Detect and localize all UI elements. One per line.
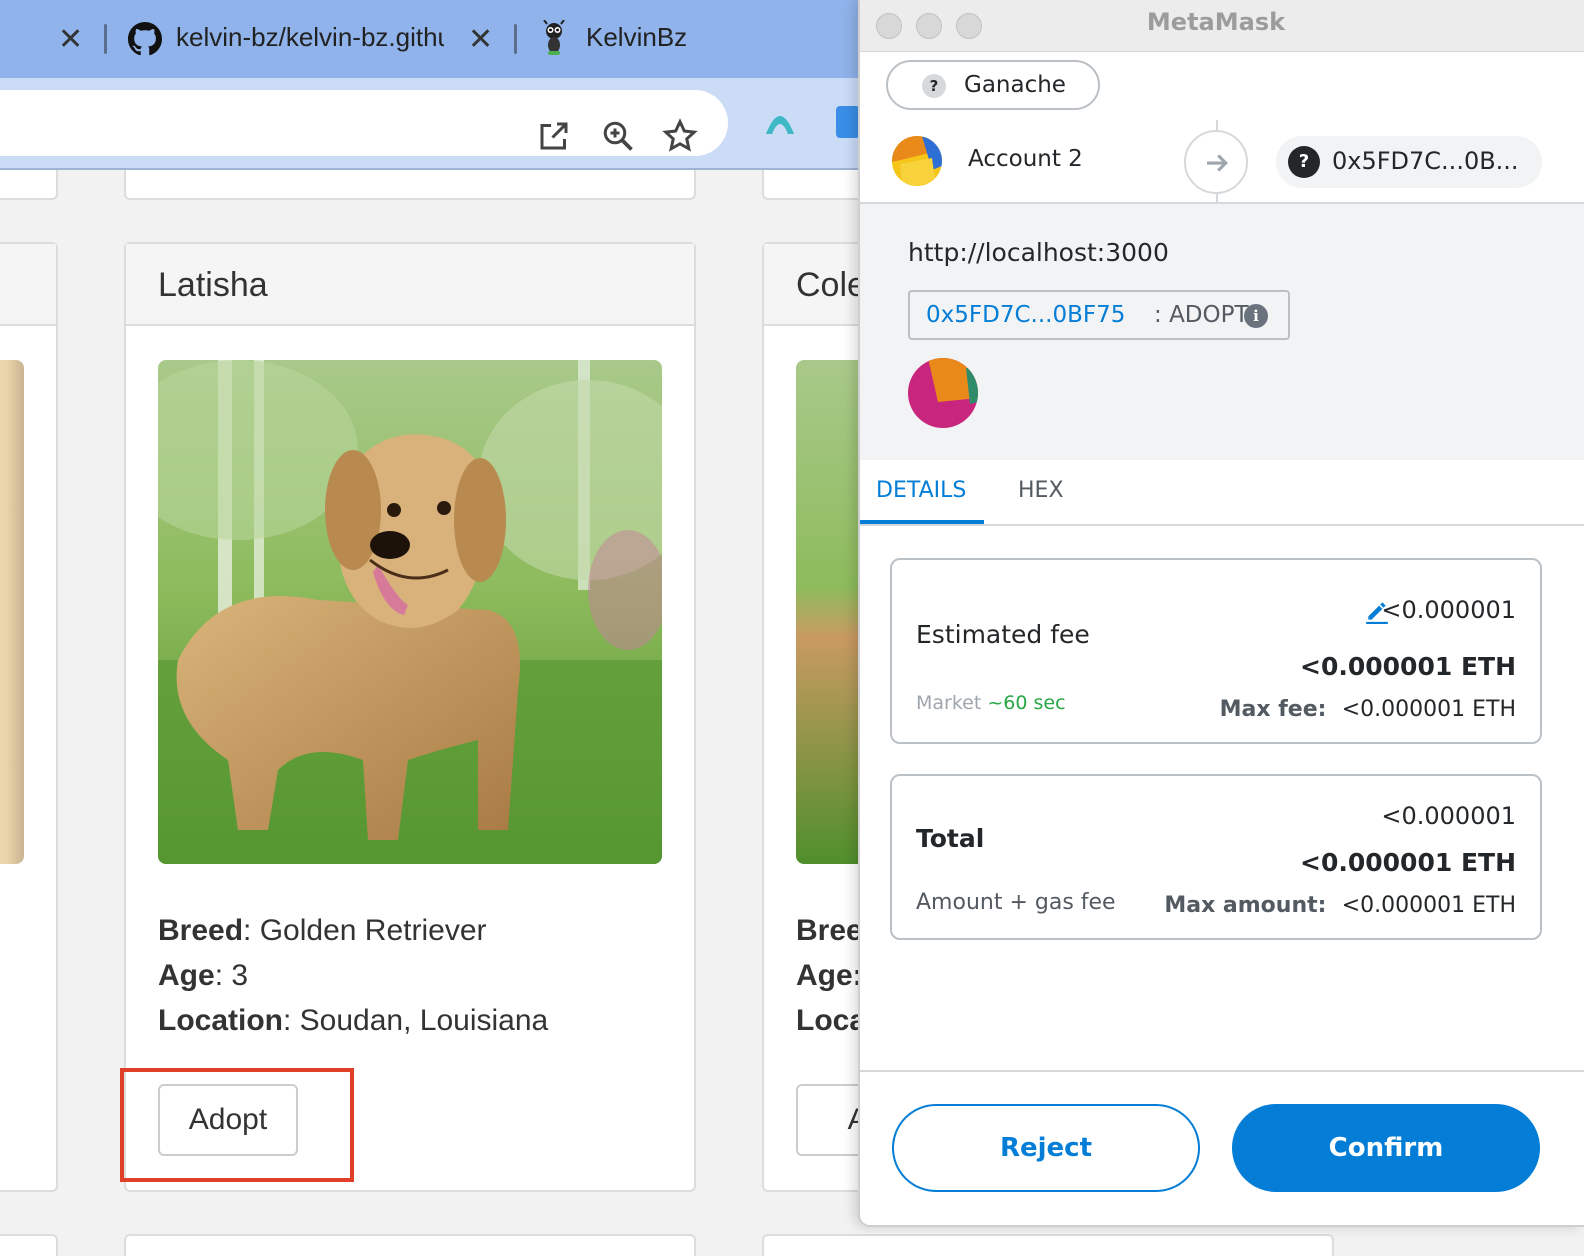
tab-title-github[interactable]: kelvin-bz/kelvin-bz.githu [176,22,444,53]
recipient-address-pill[interactable]: ? 0x5FD7C...0B... [1276,136,1542,188]
contract-avatar [908,358,978,428]
pet-photo [0,360,24,864]
total-value: <0.000001 [1381,802,1516,830]
tab-close-icon[interactable]: ✕ [468,25,493,55]
total-sub-label: Amount + gas fee [916,890,1116,915]
metamask-popup: MetaMask ? Ganache Account 2 ? 0x5FD7C..… [858,0,1584,1227]
contract-method-pill: 0x5FD7C...0BF75 : ADOPT i [908,290,1290,340]
max-fee: Max fee: <0.000001 ETH [1219,697,1516,722]
fee-speed[interactable]: Market ~60 sec [916,692,1066,714]
zoom-icon[interactable] [600,118,636,154]
tab-separator [104,24,107,54]
estimated-fee-box: Estimated fee <0.000001 <0.000001 ETH Ma… [890,558,1542,744]
transaction-origin-section: http://localhost:3000 0x5FD7C...0BF75 : … [860,204,1584,460]
pet-breed: Breed: Golden Retriever [158,914,487,947]
origin-url: http://localhost:3000 [908,238,1169,267]
open-in-new-icon[interactable] [536,118,572,154]
pet-location: Loca [796,1004,867,1037]
tab-details[interactable]: DETAILS [876,478,966,503]
account-avatar[interactable] [892,136,942,186]
pet-age: Age: 3 [158,959,249,992]
contract-address-link[interactable]: 0x5FD7C...0BF75 [926,302,1125,328]
tab-close-icon[interactable]: ✕ [58,25,83,55]
total-box: Total <0.000001 <0.000001 ETH Amount + g… [890,774,1542,940]
estimated-fee-value: <0.000001 [1381,596,1516,624]
pet-name: Cole [796,266,866,304]
reject-button[interactable]: Reject [892,1104,1200,1192]
details-tabs: DETAILS HEX [860,460,1584,526]
total-eth: <0.000001 ETH [1300,848,1516,877]
estimated-fee-eth: <0.000001 ETH [1300,652,1516,681]
adopt-button-highlight [120,1068,354,1182]
metamask-title-bar: MetaMask [860,0,1584,52]
pet-name: Latisha [158,266,268,304]
pet-card-stub [0,170,58,200]
network-name: Ganache [964,72,1066,98]
contract-method: : ADOPT [1154,302,1249,328]
footer-divider [860,1070,1584,1072]
total-label: Total [916,824,985,853]
github-icon [128,22,162,56]
kelvinbz-favicon-icon [543,20,565,55]
recipient-unknown-icon: ? [1288,146,1320,178]
pet-card-header [0,244,56,326]
sender-recipient-row: Account 2 ? 0x5FD7C...0B... [860,120,1584,204]
pet-card-stub [0,1234,58,1256]
droplet-extension-icon[interactable] [836,106,860,138]
pet-card-stub [124,170,696,200]
info-icon[interactable]: i [1244,304,1268,328]
address-bar[interactable] [0,90,728,156]
confirm-button[interactable]: Confirm [1232,1104,1540,1192]
network-selector[interactable]: ? Ganache [886,60,1100,110]
pet-card-stub [124,1234,696,1256]
pet-card-header: Latisha [126,244,694,326]
estimated-fee-label: Estimated fee [916,620,1090,649]
recipient-address: 0x5FD7C...0B... [1332,147,1519,175]
arrow-right-icon [1184,130,1248,194]
bookmark-star-icon[interactable] [662,118,698,154]
max-amount: Max amount: <0.000001 ETH [1164,893,1516,918]
network-unknown-icon: ? [922,74,946,98]
active-tab-indicator [860,520,984,524]
pet-age: Age: [796,959,863,992]
window-title: MetaMask [1146,8,1286,36]
pet-card-latisha: Latisha Breed: Golden Retriever Age: 3 L… [124,242,696,1192]
tab-hex[interactable]: HEX [1018,478,1064,503]
pet-card-stub [762,1234,1334,1256]
tab-title-kelvinbz[interactable]: KelvinBz [586,22,687,53]
tab-separator [514,24,517,54]
account-name[interactable]: Account 2 [968,146,1083,172]
pet-location: Location: Soudan, Louisiana [158,1004,549,1037]
vpn-extension-icon[interactable] [762,104,798,140]
golden-retriever-photo [158,360,662,864]
pet-breed: Bree [796,914,863,947]
pet-card [0,242,58,1192]
